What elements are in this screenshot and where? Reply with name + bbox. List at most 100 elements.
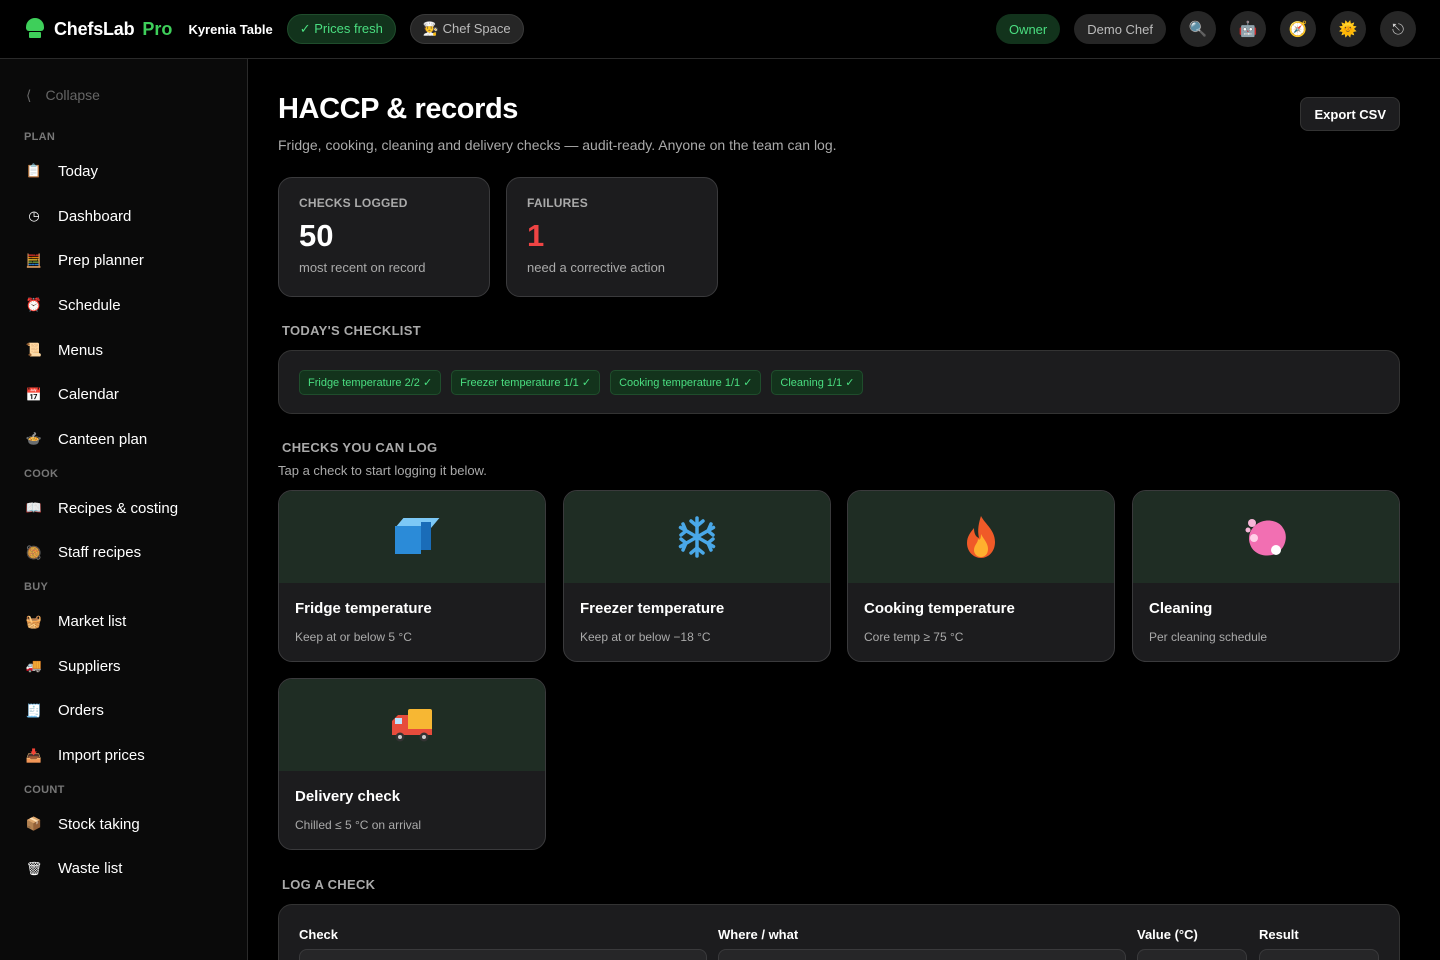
check-card-cleaning[interactable]: Cleaning Per cleaning schedule — [1132, 490, 1400, 662]
nav-icon: 📅 — [25, 386, 43, 402]
sidebar-item-prep-planner[interactable]: 🧮 Prep planner — [0, 238, 247, 283]
card-subtitle: Core temp ≥ 75 °C — [864, 630, 964, 644]
check-card-freezer[interactable]: Freezer temperature Keep at or below −18… — [563, 490, 831, 662]
checklist-chip[interactable]: Cooking temperature 1/1 ✓ — [610, 369, 762, 395]
stat-card-failures: FAILURES 1 need a corrective action — [506, 177, 718, 297]
sun-icon[interactable]: 🌞 — [1330, 11, 1366, 47]
role-badge[interactable]: Owner — [995, 14, 1061, 44]
card-subtitle: Per cleaning schedule — [1149, 630, 1268, 644]
sidebar-section-label: BUY — [24, 581, 49, 594]
nav-icon: 🧺 — [25, 613, 43, 629]
main-content: HACCP & records Fridge, cooking, cleanin… — [248, 59, 1440, 960]
sidebar-item-dashboard[interactable]: ◷ Dashboard — [0, 194, 247, 239]
logo[interactable]: ChefsLab Pro — [24, 18, 172, 40]
sidebar-nav: PLAN 📋 Today ◷ Dashboard 🧮 Prep planner ⏰ Schedu… — [0, 131, 247, 891]
nav-icon: 📦 — [25, 816, 43, 832]
user-menu[interactable]: Demo Chef — [1074, 14, 1166, 44]
sidebar-item-waste-list[interactable]: 🗑 Waste list — [0, 847, 247, 892]
checklist-chip[interactable]: Freezer temperature 1/1 ✓ — [451, 369, 601, 395]
sidebar-item-menus[interactable]: 📜 Menus — [0, 328, 247, 373]
sidebar-item-label: Orders — [58, 702, 104, 720]
checklist: Fridge temperature 2/2 ✓ Freezer tempera… — [278, 350, 1400, 414]
venue-name[interactable]: Kyrenia Table — [188, 22, 272, 37]
compass-icon[interactable]: 🧭 — [1280, 11, 1316, 47]
check-card-cooking[interactable]: Cooking temperature Core temp ≥ 75 °C — [847, 490, 1115, 662]
nav-icon: 🚚 — [25, 658, 43, 674]
sidebar-item-label: Import prices — [58, 747, 145, 765]
ice-cube-icon — [391, 516, 440, 558]
sidebar-item-orders[interactable]: 🧾 Orders — [0, 689, 247, 734]
checks-hint: Tap a check to start logging it below. — [278, 463, 487, 478]
sidebar-item-canteen-plan[interactable]: 🍲 Canteen plan — [0, 417, 247, 462]
nav-icon: 🧾 — [25, 702, 43, 718]
card-subtitle: Keep at or below −18 °C — [580, 630, 711, 644]
card-title: Fridge temperature — [295, 600, 432, 617]
sidebar-item-recipes-costing[interactable]: 📖 Recipes & costing — [0, 486, 247, 531]
export-csv-button[interactable]: Export CSV — [1300, 97, 1400, 131]
brand-name: ChefsLab — [54, 18, 135, 39]
where-what-input[interactable] — [718, 949, 1126, 960]
checklist-chip[interactable]: Cleaning 1/1 ✓ — [771, 369, 864, 395]
prices-status-badge[interactable]: ✓ Prices fresh — [286, 14, 396, 44]
sidebar-item-today[interactable]: 📋 Today — [0, 149, 247, 194]
sidebar-item-label: Recipes & costing — [58, 499, 179, 517]
card-title: Cleaning — [1149, 600, 1213, 617]
sidebar-item-suppliers[interactable]: 🚚 Suppliers — [0, 644, 247, 689]
sidebar-item-label: Dashboard — [58, 207, 132, 225]
sidebar-item-calendar[interactable]: 📅 Calendar — [0, 372, 247, 417]
sidebar-item-label: Market list — [58, 613, 127, 631]
log-heading: LOG A CHECK — [282, 877, 376, 892]
value-input[interactable] — [1137, 949, 1247, 960]
chef-hat-icon — [24, 18, 46, 40]
sidebar-item-market-list[interactable]: 🧺 Market list — [0, 599, 247, 644]
stat-label: CHECKS LOGGED — [299, 196, 408, 210]
nav-icon: 📜 — [25, 342, 43, 358]
nav-icon: 🍲 — [25, 431, 43, 447]
sidebar-item-import-prices[interactable]: 📥 Import prices — [0, 733, 247, 778]
brand-suffix: Pro — [142, 18, 173, 39]
card-title: Cooking temperature — [864, 600, 1015, 617]
stat-note: most recent on record — [299, 260, 426, 275]
checklist-heading: TODAY'S CHECKLIST — [282, 323, 421, 338]
card-subtitle: Chilled ≤ 5 °C on arrival — [295, 818, 422, 832]
nav-icon: ⏰ — [25, 297, 43, 313]
nav-icon: 📋 — [25, 163, 43, 179]
nav-icon: 🥘 — [25, 544, 43, 560]
nav-icon: 📥 — [25, 747, 43, 763]
stat-label: FAILURES — [527, 196, 588, 210]
sidebar-item-stock-taking[interactable]: 📦 Stock taking — [0, 802, 247, 847]
logout-icon[interactable]: ⎋ — [1380, 11, 1416, 47]
result-select[interactable] — [1259, 949, 1379, 960]
field-label: Where / what — [718, 927, 799, 942]
sidebar-item-label: Stock taking — [58, 815, 140, 833]
sidebar-item-label: Suppliers — [58, 657, 121, 675]
sidebar-section-label: COUNT — [24, 783, 65, 796]
stat-card-checks: CHECKS LOGGED 50 most recent on record — [278, 177, 490, 297]
sidebar-item-label: Menus — [58, 341, 104, 359]
sidebar-section-label: PLAN — [24, 131, 56, 143]
field-label: Check — [299, 927, 339, 942]
sidebar-item-label: Schedule — [58, 296, 121, 314]
collapse-button[interactable]: ⟨ Collapse — [0, 81, 247, 109]
nav-icon: 🧮 — [25, 252, 43, 268]
search-icon[interactable]: 🔍 — [1180, 11, 1216, 47]
check-card-delivery[interactable]: Delivery check Chilled ≤ 5 °C on arrival — [278, 678, 546, 850]
checks-heading: CHECKS YOU CAN LOG — [282, 440, 438, 455]
field-label: Result — [1259, 927, 1299, 942]
card-title: Delivery check — [295, 788, 401, 805]
sidebar-item-staff-recipes[interactable]: 🥘 Staff recipes — [0, 531, 247, 576]
fire-icon — [967, 516, 995, 558]
robot-icon[interactable]: 🤖 — [1230, 11, 1266, 47]
sidebar-item-schedule[interactable]: ⏰ Schedule — [0, 283, 247, 328]
page-title: HACCP & records — [278, 93, 519, 125]
sidebar: ⟨ Collapse PLAN 📋 Today ◷ Dashboard 🧮 Prep pla… — [0, 59, 248, 960]
top-bar: ChefsLab Pro Kyrenia Table ✓ Prices fres… — [0, 0, 1440, 59]
chef-space-button[interactable]: 🧑‍🍳 Chef Space — [409, 14, 524, 44]
chevron-left-icon: ⟨ — [26, 86, 32, 103]
check-select[interactable] — [299, 949, 707, 960]
stat-note: need a corrective action — [527, 260, 666, 275]
checklist-chip[interactable]: Fridge temperature 2/2 ✓ — [299, 369, 442, 395]
check-card-fridge[interactable]: Fridge temperature Keep at or below 5 °C — [278, 490, 546, 662]
collapse-label: Collapse — [45, 87, 100, 103]
delivery-truck-icon — [392, 709, 432, 742]
